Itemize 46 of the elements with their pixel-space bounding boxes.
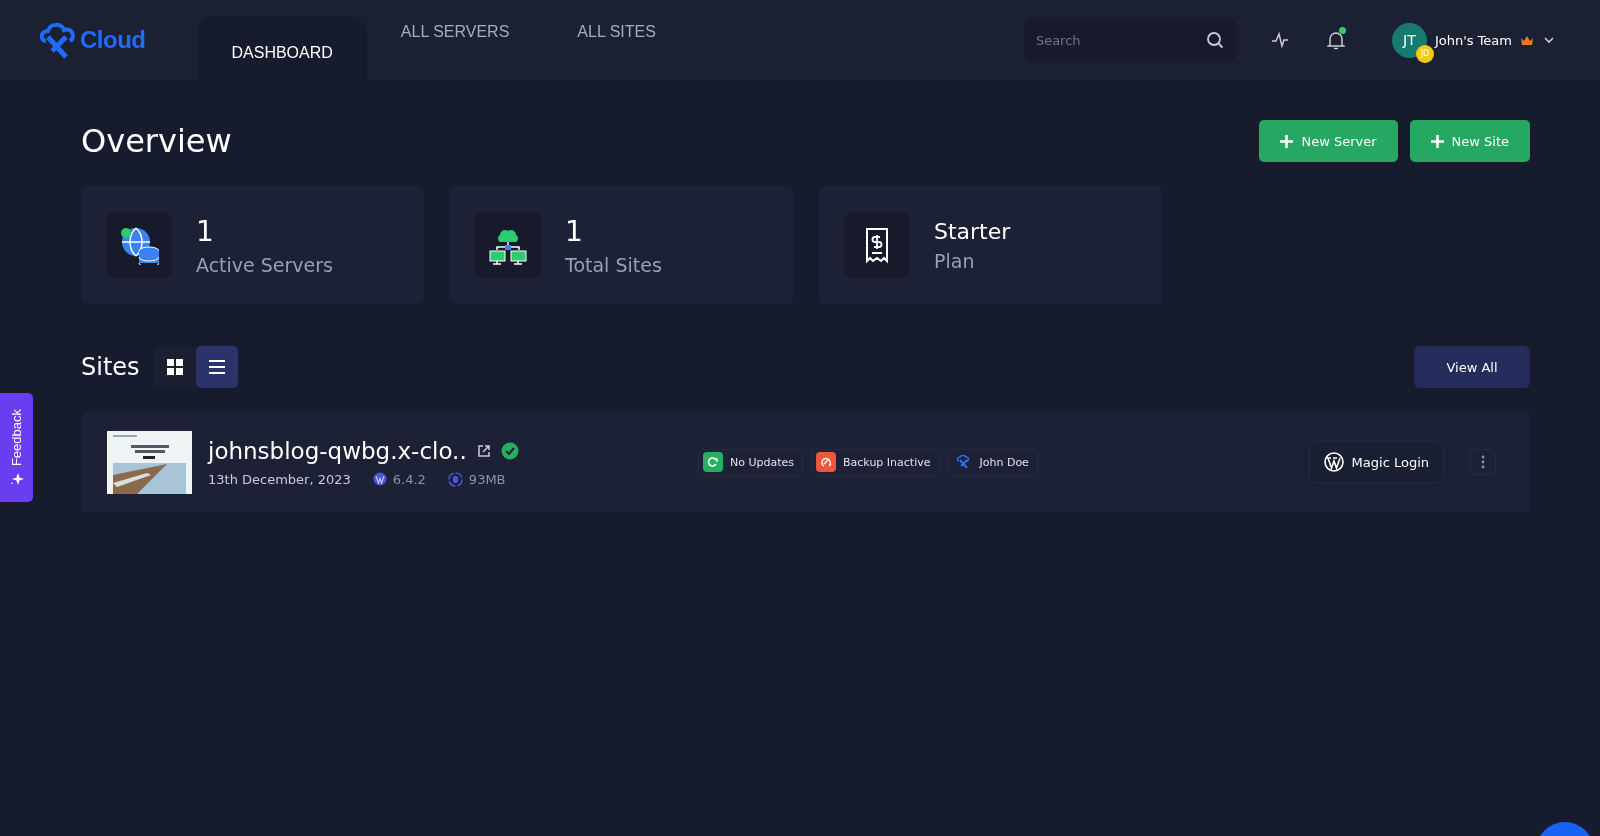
plus-icon xyxy=(1280,134,1294,148)
view-toggle[interactable] xyxy=(153,346,196,388)
refresh-icon xyxy=(706,455,720,469)
feedback-button[interactable]: Feedback xyxy=(0,393,33,502)
plus-icon xyxy=(1430,134,1444,148)
stat-value: Starter xyxy=(934,218,1011,244)
avatar-initials: JT xyxy=(1403,32,1416,48)
status-tag: No Updates xyxy=(698,448,804,476)
nav-tab[interactable]: ALL SITES xyxy=(543,16,690,80)
site-date: 13th December, 2023 xyxy=(208,471,351,487)
bell-icon xyxy=(1326,30,1345,50)
external-link-icon xyxy=(476,443,491,458)
user-badge: JD xyxy=(1415,44,1434,63)
section-title: Sites xyxy=(81,353,140,381)
logo-text: Cloud xyxy=(80,26,146,54)
status-tag: Backup Inactive xyxy=(811,448,940,476)
list-icon xyxy=(208,359,225,375)
nav-tab[interactable]: DASHBOARD xyxy=(197,16,367,80)
stat-label: Plan xyxy=(934,249,976,272)
page-title: Overview xyxy=(81,122,232,160)
view-all-button[interactable]: View All xyxy=(1414,346,1530,388)
wordpress-icon xyxy=(1323,452,1344,472)
database-icon xyxy=(447,471,463,487)
nav-tab[interactable]: ALL SERVERS xyxy=(366,16,544,80)
team-name: John's Team xyxy=(1434,32,1512,48)
wordpress-icon xyxy=(372,472,387,486)
grid-icon xyxy=(166,359,183,375)
sparkle-icon xyxy=(9,472,24,487)
globe-database-icon xyxy=(119,225,159,265)
search-field[interactable]: Search xyxy=(1023,19,1236,61)
wp-version: 6.4.2 xyxy=(392,471,426,487)
magic-login-button[interactable]: Magic Login xyxy=(1308,441,1444,483)
more-icon xyxy=(1481,455,1485,469)
stat-label: Active Servers xyxy=(196,253,334,276)
disk-size: 93MB xyxy=(468,471,506,487)
logo-icon xyxy=(955,455,970,469)
stat-value: 1 xyxy=(565,214,584,248)
site-name[interactable]: johnsblog-qwbg.x-clo.. xyxy=(208,437,467,464)
backup-icon xyxy=(819,455,834,469)
logo-icon xyxy=(38,21,78,59)
search-icon xyxy=(1205,31,1224,49)
status-tag: John Doe xyxy=(947,448,1038,476)
view-toggle[interactable] xyxy=(195,346,238,388)
pulse-icon xyxy=(1270,32,1289,48)
stat-value: 1 xyxy=(196,214,215,248)
stat-label: Total Sites xyxy=(565,253,662,276)
